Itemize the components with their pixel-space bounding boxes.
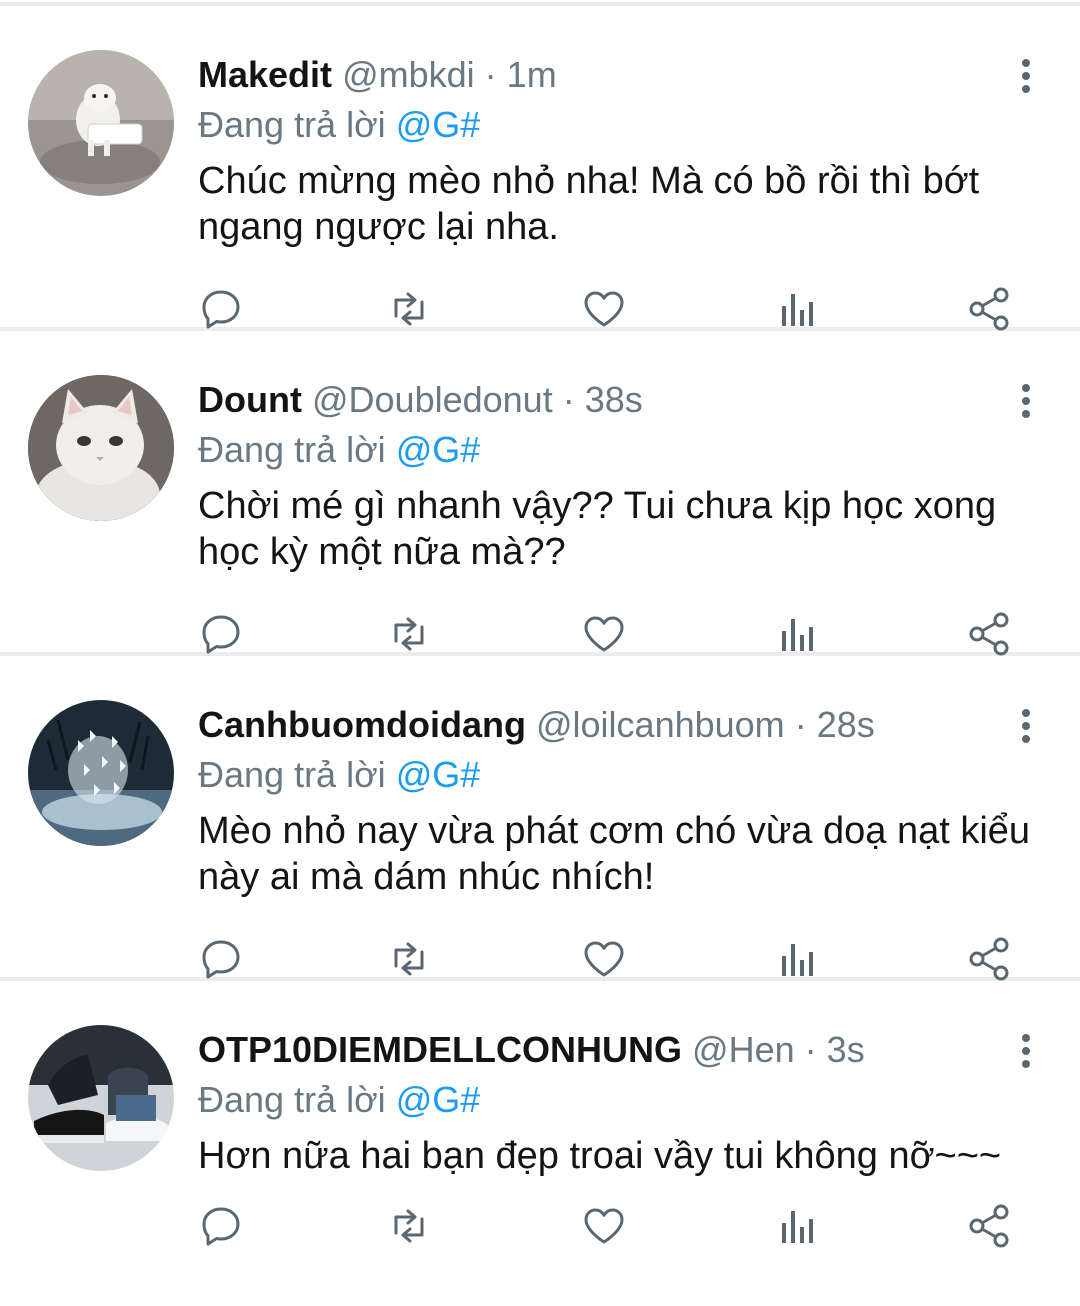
sneakers-avatar-image [28,1025,174,1171]
share-icon[interactable] [966,286,1012,332]
user-handle[interactable]: @loilcanhbuom [536,704,785,745]
replying-to-handle[interactable]: @G# [396,429,481,470]
timestamp[interactable]: 28s [817,704,875,745]
more-options-icon[interactable] [1018,1033,1034,1069]
white-cat-avatar-image [28,375,174,521]
small-white-dog-avatar-image [28,50,174,196]
replying-to: Đang trả lời @G# [198,425,480,475]
reply-icon[interactable] [198,1203,244,1249]
replying-to: Đang trả lời @G# [198,750,480,800]
replying-to-label: Đang trả lời [198,1079,386,1120]
user-handle[interactable]: @mbkdi [342,54,475,95]
replying-to-label: Đang trả lời [198,429,386,470]
reply-tweet[interactable]: Dount @Doubledonut · 38s Đang trả lời @G… [0,331,1080,656]
separator-dot: · [794,704,807,745]
separator-dot: · [484,54,497,95]
like-heart-icon[interactable] [581,286,627,332]
tweet-actions [198,1203,1038,1251]
tweet-header: Dount @Doubledonut · 38s [198,375,990,425]
reply-icon[interactable] [198,611,244,657]
tweet-text: Chời mé gì nhanh vậy?? Tui chưa kịp học … [198,485,997,573]
share-icon[interactable] [966,1203,1012,1249]
replying-to-handle[interactable]: @G# [396,104,481,145]
share-icon[interactable] [966,611,1012,657]
separator-dot: · [562,379,575,420]
replying-to-handle[interactable]: @G# [396,754,481,795]
timestamp[interactable]: 3s [827,1029,865,1070]
display-name[interactable]: OTP10DIEMDELLCONHUNG [198,1029,682,1070]
display-name[interactable]: Canhbuomdoidang [198,704,526,745]
avatar[interactable] [28,700,174,846]
tweet-text: Hơn nữa hai bạn đẹp troai vầy tui không … [198,1135,1002,1177]
analytics-icon[interactable] [774,611,820,657]
analytics-icon[interactable] [774,1203,820,1249]
reply-icon[interactable] [198,936,244,982]
butterflies-avatar-image [28,700,174,846]
tweet-header: Makedit @mbkdi · 1m [198,50,990,100]
tweet-header: Canhbuomdoidang @loilcanhbuom · 28s [198,700,990,750]
reply-icon[interactable] [198,286,244,332]
tweet-actions [198,936,1038,984]
replying-to: Đang trả lời @G# [198,100,480,150]
more-options-icon[interactable] [1018,58,1034,94]
separator-dot: · [804,1029,817,1070]
like-heart-icon[interactable] [581,1203,627,1249]
retweet-icon[interactable] [386,936,432,982]
avatar[interactable] [28,1025,174,1171]
avatar[interactable] [28,50,174,196]
like-heart-icon[interactable] [581,611,627,657]
replying-to-handle[interactable]: @G# [396,1079,481,1120]
timestamp[interactable]: 38s [585,379,643,420]
tweet-actions [198,286,1038,334]
retweet-icon[interactable] [386,611,432,657]
reply-tweet[interactable]: Makedit @mbkdi · 1m Đang trả lời @G# Chú… [0,6,1080,331]
timestamp[interactable]: 1m [507,54,557,95]
more-options-icon[interactable] [1018,708,1034,744]
tweet-actions [198,611,1038,659]
tweet-text: Mèo nhỏ nay vừa phát cơm chó vừa doạ nạt… [198,810,1031,898]
retweet-icon[interactable] [386,1203,432,1249]
reply-tweet[interactable]: OTP10DIEMDELLCONHUNG @Hen · 3s Đang trả … [0,981,1080,1306]
more-options-icon[interactable] [1018,383,1034,419]
display-name[interactable]: Dount [198,379,302,420]
user-handle[interactable]: @Doubledonut [312,379,553,420]
replying-to-label: Đang trả lời [198,104,386,145]
reply-tweet[interactable]: Canhbuomdoidang @loilcanhbuom · 28s Đang… [0,656,1080,981]
like-heart-icon[interactable] [581,936,627,982]
user-handle[interactable]: @Hen [692,1029,795,1070]
avatar[interactable] [28,375,174,521]
tweet-header: OTP10DIEMDELLCONHUNG @Hen · 3s [198,1025,990,1075]
replying-to: Đang trả lời @G# [198,1075,480,1125]
analytics-icon[interactable] [774,936,820,982]
display-name[interactable]: Makedit [198,54,332,95]
tweet-text: Chúc mừng mèo nhỏ nha! Mà có bồ rồi thì … [198,160,980,248]
replying-to-label: Đang trả lời [198,754,386,795]
analytics-icon[interactable] [774,286,820,332]
retweet-icon[interactable] [386,286,432,332]
share-icon[interactable] [966,936,1012,982]
